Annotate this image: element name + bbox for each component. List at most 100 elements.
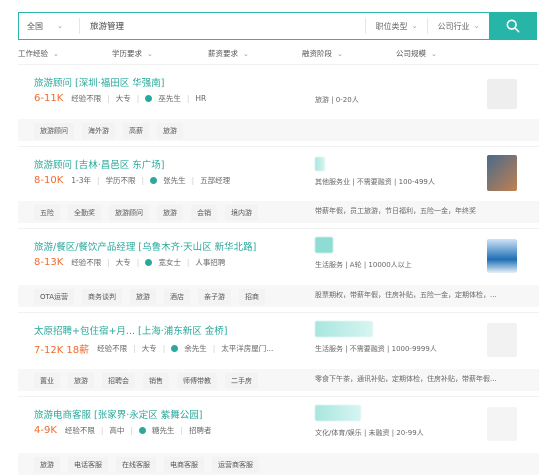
tag: 五险 xyxy=(34,205,60,221)
tag: OTA运营 xyxy=(34,289,75,305)
experience: 1-3年 xyxy=(71,176,92,185)
job-meta: 8-10K 1-3年 | 学历不限 | 张先生 | 五部经理 xyxy=(34,175,231,186)
tag: 商务谈判 xyxy=(82,289,123,305)
company-name-blurred xyxy=(315,321,373,337)
tag: 旅游 xyxy=(157,205,183,221)
filter-label: 薪资要求 xyxy=(208,49,238,58)
filter-company-size[interactable]: 公司规模 ⌄ xyxy=(396,48,437,59)
job-card[interactable]: 旅游顾问 [深圳·福田区 华强南] 6-11K 经验不限 | 大专 | 巫先生 | H… xyxy=(18,64,539,142)
company-logo xyxy=(487,323,517,357)
tag: 旅游顾问 xyxy=(34,123,74,139)
company-info: 其他服务业 | 不需要融资 | 100-499人 xyxy=(315,178,435,186)
tag: 会销 xyxy=(191,205,217,221)
tag: 旅游 xyxy=(34,457,60,473)
job-type-select[interactable]: 职位类型 ⌄ xyxy=(365,18,427,34)
avatar xyxy=(150,177,158,184)
filter-funding[interactable]: 融资阶段 ⌄ xyxy=(302,48,343,59)
avatar xyxy=(171,345,179,352)
chevron-down-icon: ⌄ xyxy=(411,22,418,30)
job-card[interactable]: 太原招聘+包住宿+月... [上海·浦东新区 金桥] 7-12K 18薪 经验不… xyxy=(18,312,539,392)
company-info: 生活服务 | A轮 | 10000人以上 xyxy=(315,261,412,269)
tag: 置业 xyxy=(34,373,60,389)
education: 大专 xyxy=(115,94,131,103)
tag: 电话客服 xyxy=(68,457,108,473)
job-tags: 旅游 电话客服 在线客服 电商客服 运营商客服 xyxy=(34,457,259,473)
job-title[interactable]: 旅游顾问 [吉林·昌邑区 东广场] xyxy=(34,157,164,171)
filter-label: 融资阶段 xyxy=(302,49,332,58)
job-tags: 五险 全勤奖 旅游顾问 旅游 会销 境内游 xyxy=(34,205,258,221)
recruiter-role: 招聘者 xyxy=(188,426,212,435)
chevron-down-icon: ⌄ xyxy=(337,49,343,58)
job-tags: OTA运营 商务谈判 旅游 酒店 亲子游 招商 xyxy=(34,289,266,305)
filter-experience[interactable]: 工作经验 ⌄ xyxy=(18,48,59,59)
search-bar: 全国 ⌄ 旅游管理 职位类型 ⌄ 公司行业 ⌄ xyxy=(18,12,537,40)
salary: 6-11K xyxy=(34,93,64,104)
experience: 经验不限 xyxy=(97,344,128,353)
tag: 招商 xyxy=(239,289,266,305)
company-logo xyxy=(487,407,517,441)
tag: 运营商客服 xyxy=(212,457,259,473)
salary: 4-9K xyxy=(34,425,57,436)
tag: 销售 xyxy=(143,373,169,389)
search-icon xyxy=(506,19,520,33)
job-meta: 7-12K 18薪 经验不限 | 大专 | 余先生 | 太平洋房屋门... xyxy=(34,341,273,356)
salary: 8-13K xyxy=(34,257,64,268)
avatar xyxy=(138,427,146,434)
job-card[interactable]: 旅游/餐区/餐饮产品经理 [乌鲁木齐·天山区 新华北路] 8-13K 经验不限 |… xyxy=(18,228,539,308)
tag: 酒店 xyxy=(164,289,191,305)
city-label: 全国 xyxy=(27,21,43,31)
job-title[interactable]: 太原招聘+包住宿+月... [上海·浦东新区 金桥] xyxy=(34,323,227,337)
tag: 海外游 xyxy=(82,123,115,139)
filter-label: 学历要求 xyxy=(112,49,142,58)
tag: 全勤奖 xyxy=(68,205,101,221)
industry-select[interactable]: 公司行业 ⌄ xyxy=(427,18,489,34)
job-title[interactable]: 旅游电商客服 [张家界·永定区 紫舞公园] xyxy=(34,407,202,421)
company-name-blurred xyxy=(315,237,333,253)
filter-salary[interactable]: 薪资要求 ⌄ xyxy=(208,48,249,59)
chevron-down-icon: ⌄ xyxy=(57,22,63,30)
company-info: 旅游 | 0-20人 xyxy=(315,96,359,104)
filter-bar: 工作经验 ⌄ 学历要求 ⌄ 薪资要求 ⌄ 融资阶段 ⌄ 公司规模 ⌄ xyxy=(18,48,537,64)
tag: 境内游 xyxy=(225,205,258,221)
search-input[interactable]: 旅游管理 xyxy=(79,18,365,34)
experience: 经验不限 xyxy=(71,94,102,103)
industry-label: 公司行业 xyxy=(437,21,470,31)
job-meta: 4-9K 经验不限 | 高中 | 糖先生 | 招聘者 xyxy=(34,425,212,436)
city-select[interactable]: 全国 ⌄ xyxy=(19,21,79,32)
education: 学历不限 xyxy=(105,176,136,185)
salary: 8-10K xyxy=(34,175,64,186)
recruiter-name: 张先生 xyxy=(163,176,186,185)
tag: 高薪 xyxy=(123,123,149,139)
chevron-down-icon: ⌄ xyxy=(243,49,249,58)
tag: 旅游 xyxy=(157,123,183,139)
company-name-blurred xyxy=(315,157,325,171)
job-card[interactable]: 旅游电商客服 [张家界·永定区 紫舞公园] 4-9K 经验不限 | 高中 | 糖先生… xyxy=(18,396,539,476)
education: 大专 xyxy=(115,258,131,267)
tag: 旅游 xyxy=(130,289,157,305)
company-info: 文化/体育/娱乐 | 未融资 | 20-99人 xyxy=(315,429,424,437)
welfare: 股票期权，带薪年假，住房补贴，五险一金，定期体检，... xyxy=(315,291,497,299)
chevron-down-icon: ⌄ xyxy=(147,49,153,58)
recruiter-role: HR xyxy=(195,94,207,103)
company-info: 生活服务 | 不需要融资 | 1000-9999人 xyxy=(315,345,437,353)
job-card[interactable]: 旅游顾问 [吉林·昌邑区 东广场] 8-10K 1-3年 | 学历不限 | 张先生 |… xyxy=(18,146,539,224)
search-button[interactable] xyxy=(489,12,537,40)
recruiter-name: 宽女士 xyxy=(158,258,181,267)
job-title[interactable]: 旅游/餐区/餐饮产品经理 [乌鲁木齐·天山区 新华北路] xyxy=(34,239,256,253)
job-title[interactable]: 旅游顾问 [深圳·福田区 华强南] xyxy=(34,75,164,89)
job-type-label: 职位类型 xyxy=(375,21,408,31)
recruiter-name: 余先生 xyxy=(184,344,207,353)
welfare: 带薪年假，员工旅游，节日福利，五险一金，年终奖 xyxy=(315,207,476,215)
tag: 二手房 xyxy=(225,373,258,389)
filter-label: 公司规模 xyxy=(396,49,426,58)
avatar xyxy=(145,95,153,102)
filter-education[interactable]: 学历要求 ⌄ xyxy=(112,48,153,59)
tag: 电商客服 xyxy=(164,457,204,473)
welfare: 零食下午茶，通讯补贴，定期体检，住房补贴，带薪年假... xyxy=(315,375,497,383)
recruiter-role: 太平洋房屋门... xyxy=(221,344,274,353)
chevron-down-icon: ⌄ xyxy=(431,49,437,58)
recruiter-role: 人事招聘 xyxy=(195,258,226,267)
tag: 亲子游 xyxy=(198,289,232,305)
filter-label: 工作经验 xyxy=(18,49,48,58)
job-meta: 6-11K 经验不限 | 大专 | 巫先生 | HR xyxy=(34,93,207,104)
